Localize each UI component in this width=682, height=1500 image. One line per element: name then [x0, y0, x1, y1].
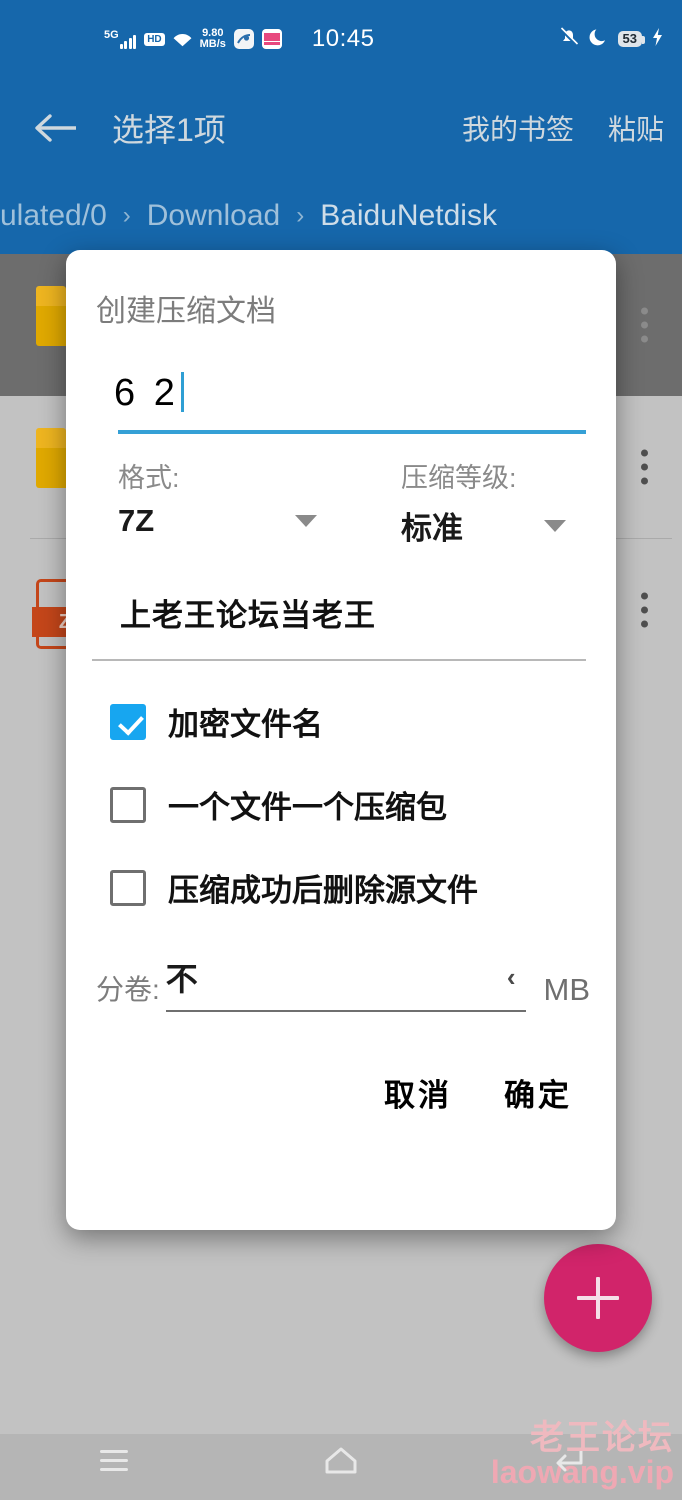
compression-level-select[interactable]: 标准 [341, 503, 590, 548]
split-volume-label: 分卷: [96, 974, 160, 1005]
create-archive-dialog: 创建压缩文档 6 2 格式: 7Z 压缩等级: 标准 上老王论坛当老王 加密文件… [66, 250, 616, 1230]
password-input[interactable]: 上老王论坛当老王 [92, 590, 590, 635]
format-label: 格式: [118, 463, 180, 493]
archive-name-input[interactable]: 6 2 [114, 372, 590, 412]
app-icon-2 [261, 29, 282, 49]
row-overflow-menu-icon[interactable] [641, 592, 648, 628]
split-volume-row: 分卷: 不 ‹ MB [92, 954, 590, 1012]
chevron-down-icon [544, 519, 566, 532]
format-select[interactable]: 7Z [92, 503, 341, 539]
my-bookmarks-button[interactable]: 我的书签 [462, 108, 574, 148]
hd-icon: HD [144, 32, 165, 46]
format-column: 格式: 7Z [92, 456, 341, 548]
page-title: 选择1项 [112, 112, 226, 148]
checkbox-row-encrypt-filenames[interactable]: 加密文件名 [92, 699, 590, 744]
text-cursor [180, 372, 184, 412]
phone-screen: Z 老王论坛 laowang.vip 5G HD 9.80 MB/s 10:45… [0, 0, 682, 1500]
dnd-moon-icon [589, 27, 609, 52]
chevron-left-icon[interactable]: ‹ [507, 964, 516, 990]
mute-icon [558, 26, 580, 53]
checkbox-label-encrypt-filenames: 加密文件名 [168, 707, 323, 742]
back-arrow-icon[interactable] [28, 101, 82, 155]
archive-name-value: 6 2 [114, 372, 179, 414]
chevron-down-icon [295, 515, 317, 527]
battery-icon: 53 [617, 30, 646, 48]
checkbox-label-one-archive-per-file: 一个文件一个压缩包 [168, 790, 447, 825]
password-underline [92, 659, 586, 661]
status-clock: 10:45 [311, 25, 375, 52]
format-level-row: 格式: 7Z 压缩等级: 标准 [92, 456, 590, 548]
app-bar-actions: 我的书签 粘贴 [462, 108, 664, 148]
checkbox-row-one-archive-per-file[interactable]: 一个文件一个压缩包 [92, 782, 590, 827]
compression-level-value: 标准 [401, 511, 463, 546]
split-volume-input[interactable]: 不 ‹ [165, 954, 526, 1012]
charging-bolt-icon [651, 27, 664, 52]
menu-icon[interactable] [79, 1434, 149, 1486]
app-bar: 选择1项 我的书签 粘贴 [0, 78, 682, 178]
checkbox-one-archive-per-file[interactable] [110, 786, 146, 823]
breadcrumb: ulated/0 › Download › BaiduNetdisk [0, 178, 682, 254]
level-column: 压缩等级: 标准 [341, 456, 590, 548]
paste-button[interactable]: 粘贴 [608, 108, 664, 148]
chevron-right-icon: › [296, 202, 305, 229]
back-nav-icon[interactable] [533, 1434, 603, 1486]
breadcrumb-item-0[interactable]: ulated/0 [0, 199, 107, 233]
split-volume-value: 不 [165, 961, 198, 997]
checkbox-encrypt-filenames[interactable] [110, 703, 146, 740]
confirm-button[interactable]: 确定 [504, 1070, 572, 1115]
password-value: 上老王论坛当老王 [120, 598, 376, 633]
signal-icon: 5G [104, 28, 137, 49]
cancel-button[interactable]: 取消 [384, 1070, 452, 1115]
row-overflow-menu-icon[interactable] [641, 449, 648, 485]
checkbox-row-delete-source[interactable]: 压缩成功后删除源文件 [92, 865, 590, 910]
network-speed: 9.80 MB/s [200, 28, 226, 50]
archive-name-underline [118, 430, 586, 434]
checkbox-label-delete-source: 压缩成功后删除源文件 [168, 873, 478, 908]
row-overflow-menu-icon[interactable] [641, 307, 648, 343]
breadcrumb-item-1[interactable]: Download [147, 199, 280, 233]
dialog-title: 创建压缩文档 [96, 295, 276, 328]
chevron-right-icon: › [122, 202, 131, 229]
breadcrumb-item-2[interactable]: BaiduNetdisk [320, 199, 497, 233]
battery-level: 53 [622, 30, 637, 46]
add-fab-button[interactable] [544, 1244, 652, 1352]
speed-unit: MB/s [199, 38, 226, 50]
plus-icon [577, 1277, 619, 1319]
wifi-icon [173, 31, 192, 47]
dialog-actions: 取消 确定 [92, 1070, 590, 1115]
home-icon[interactable] [306, 1434, 376, 1486]
status-bar: 5G HD 9.80 MB/s 10:45 53 [0, 0, 682, 78]
app-icon-1 [233, 29, 254, 49]
split-volume-unit: MB [543, 972, 591, 1007]
compression-level-label: 压缩等级: [401, 463, 517, 493]
checkbox-delete-source[interactable] [110, 869, 146, 906]
android-nav-bar [0, 1420, 682, 1500]
format-value: 7Z [118, 503, 155, 538]
network-type-label: 5G [104, 28, 119, 41]
